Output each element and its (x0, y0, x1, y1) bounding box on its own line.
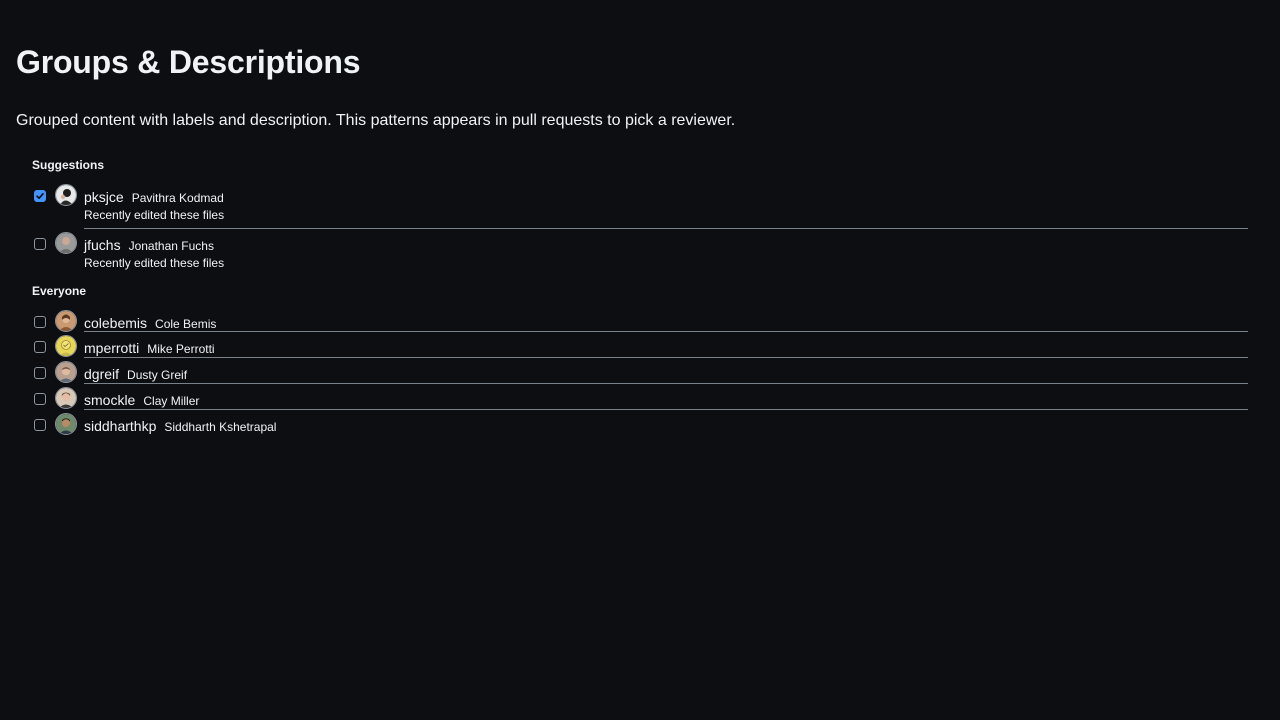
user-login: pksjce (84, 189, 124, 205)
user-login: dgreif (84, 366, 120, 382)
user-login: mperrotti (84, 340, 140, 356)
checkbox[interactable] (34, 367, 46, 379)
group-header-suggestions: Suggestions (32, 158, 105, 172)
user-fullname: Dusty Greif (127, 368, 188, 382)
user-description: Recently edited these files (84, 208, 225, 222)
avatar (55, 413, 77, 435)
list-item[interactable]: colebemis Cole Bemis (32, 306, 1248, 332)
page: Groups & Descriptions Grouped content wi… (0, 0, 1280, 435)
checkbox[interactable] (34, 238, 46, 250)
list-item[interactable]: pksjce Pavithra Kodmad Recently edited t… (32, 180, 1248, 229)
checkbox[interactable] (34, 316, 46, 328)
checkmark-icon (36, 193, 44, 199)
list-item[interactable]: smockle Clay Miller (32, 384, 1248, 409)
group-suggestions: Suggestions pksjce Pavithra Kodmad Recen… (32, 154, 1248, 270)
avatar (55, 310, 77, 332)
user-description: Recently edited these files (84, 256, 225, 270)
user-fullname: Clay Miller (143, 394, 200, 408)
avatar (55, 361, 77, 383)
checkbox[interactable] (34, 341, 46, 353)
group-header-everyone: Everyone (32, 284, 87, 298)
checkbox[interactable] (34, 419, 46, 431)
user-fullname: Mike Perrotti (147, 342, 215, 356)
checkbox[interactable] (34, 393, 46, 405)
avatar (55, 335, 77, 357)
user-fullname: Pavithra Kodmad (131, 191, 224, 205)
checkbox[interactable] (34, 190, 46, 202)
list-item[interactable]: jfuchs Jonathan Fuchs Recently edited th… (32, 229, 1248, 270)
list-item[interactable]: dgreif Dusty Greif (32, 358, 1248, 383)
user-login: siddharthkp (84, 418, 157, 434)
avatar (55, 184, 77, 206)
avatar (55, 232, 77, 254)
group-everyone: Everyone colebemis Cole Bemis mperrotti … (32, 280, 1248, 435)
page-title: Groups & Descriptions (16, 44, 361, 80)
avatar (55, 387, 77, 409)
user-login: smockle (84, 392, 136, 408)
user-fullname: Siddharth Kshetrapal (164, 420, 277, 434)
page-description: Grouped content with labels and descript… (16, 112, 736, 129)
user-fullname: Jonathan Fuchs (128, 239, 214, 253)
reviewer-action-list: Suggestions pksjce Pavithra Kodmad Recen… (32, 154, 1248, 435)
list-item[interactable]: mperrotti Mike Perrotti (32, 332, 1248, 357)
list-item[interactable]: siddharthkp Siddharth Kshetrapal (32, 410, 1248, 435)
user-login: colebemis (84, 315, 148, 331)
user-login: jfuchs (84, 237, 121, 253)
